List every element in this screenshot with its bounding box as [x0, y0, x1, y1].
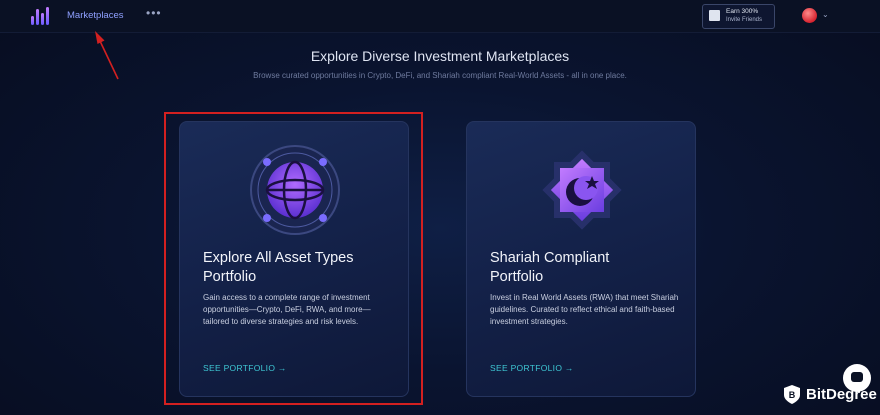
svg-text:B: B	[789, 390, 796, 400]
card-title: Shariah Compliant Portfolio	[490, 250, 610, 285]
bitdegree-shield-icon: B	[784, 385, 800, 404]
all-asset-types-card[interactable]: Explore All Asset Types Portfolio Gain a…	[179, 121, 409, 397]
globe-icon	[250, 145, 340, 235]
see-portfolio-link[interactable]: SEE PORTFOLIO →	[203, 363, 287, 373]
card-description: Invest in Real World Assets (RWA) that m…	[490, 293, 679, 326]
shariah-compliant-card[interactable]: Shariah Compliant Portfolio Invest in Re…	[466, 121, 696, 397]
page-title: Explore Diverse Investment Marketplaces	[310, 48, 570, 64]
crescent-star-icon	[542, 150, 622, 230]
watermark-brand-name: BitDegree	[806, 386, 877, 403]
page-subtitle: Browse curated opportunities in Crypto, …	[253, 71, 627, 80]
chat-bubble-icon	[851, 372, 863, 382]
see-portfolio-link[interactable]: SEE PORTFOLIO →	[490, 363, 574, 373]
card-description: Gain access to a complete range of inves…	[203, 293, 371, 326]
card-title: Explore All Asset Types Portfolio	[203, 250, 354, 285]
